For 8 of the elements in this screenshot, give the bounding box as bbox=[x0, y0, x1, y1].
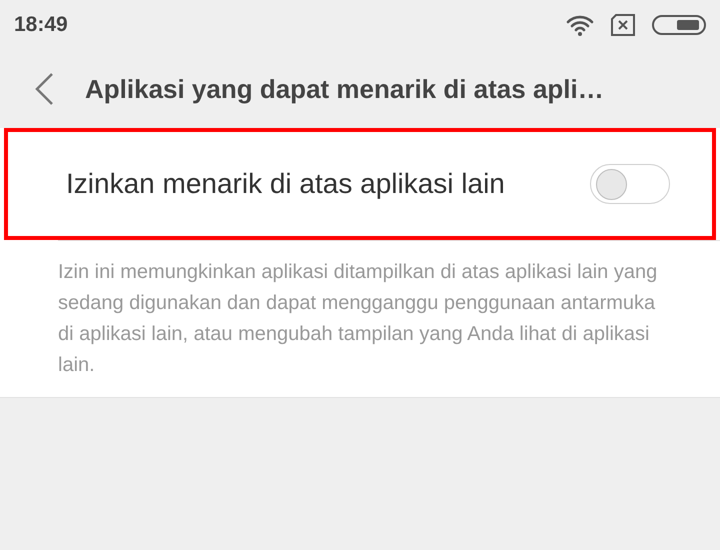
wifi-icon bbox=[566, 14, 594, 36]
description-text: Izin ini memungkinkan aplikasi ditampilkan di atas aplikasi lain yang sedang digunakan dan dapat mengganggu penggunaan antarmuka di aplikasi lain, atau mengubah tampilan yang Anda lihat di aplikasi lain. bbox=[57, 260, 658, 378]
setting-label: Izinkan menarik di atas aplikasi lain bbox=[66, 167, 505, 202]
status-time: 18:49 bbox=[14, 12, 68, 38]
toggle-switch[interactable] bbox=[590, 164, 670, 204]
page-title: Aplikasi yang dapat menarik di atas apli… bbox=[85, 72, 604, 106]
battery-icon bbox=[652, 15, 706, 35]
no-sim-icon bbox=[610, 14, 636, 36]
